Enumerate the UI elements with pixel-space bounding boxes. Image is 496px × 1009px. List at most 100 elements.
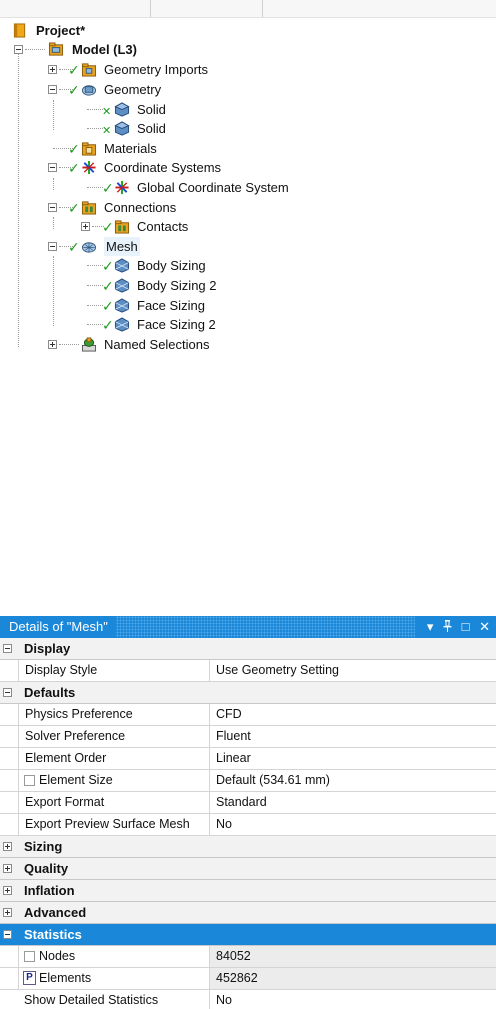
- property-name: Element Order: [18, 748, 210, 769]
- tree-node-label: Geometry: [104, 82, 162, 97]
- collapse-toggle[interactable]: [48, 203, 57, 212]
- tree-connector: [87, 109, 103, 110]
- tree-node-named-selections[interactable]: Named Selections: [0, 335, 260, 354]
- tree-connector: [87, 128, 103, 129]
- group-quality[interactable]: Quality: [0, 858, 496, 880]
- property-value[interactable]: Standard: [210, 792, 496, 813]
- tree-node-connections[interactable]: ✓ Connections: [0, 198, 260, 217]
- tree-node-mesh[interactable]: ✓ Mesh: [0, 237, 260, 256]
- tree-node-face-sizing[interactable]: ✓ Face Sizing: [0, 296, 260, 315]
- title-bar-buttons: ▾ □ ✕: [414, 616, 496, 638]
- property-row-solver-preference[interactable]: Solver Preference Fluent: [0, 726, 496, 748]
- property-value[interactable]: No: [210, 814, 496, 835]
- tree-node-model[interactable]: Model (L3): [0, 40, 220, 59]
- tree-node-solid[interactable]: ✕ Solid: [0, 119, 260, 138]
- parameter-p-icon[interactable]: P: [23, 971, 36, 985]
- tree-node-label: Project*: [36, 23, 86, 38]
- connections-folder-icon: [81, 201, 97, 215]
- collapse-toggle[interactable]: [3, 644, 12, 653]
- expand-toggle[interactable]: [3, 886, 12, 895]
- property-row-element-order[interactable]: Element Order Linear: [0, 748, 496, 770]
- collapse-toggle[interactable]: [3, 688, 12, 697]
- tree-node-label: Materials: [104, 141, 157, 156]
- tree-node-face-sizing-2[interactable]: ✓ Face Sizing 2: [0, 315, 260, 334]
- tree-node-label: Solid: [137, 102, 166, 117]
- group-label: Advanced: [24, 905, 87, 920]
- property-name: Nodes: [18, 946, 210, 967]
- group-advanced[interactable]: Advanced: [0, 902, 496, 924]
- property-value[interactable]: No: [210, 990, 496, 1009]
- parameter-checkbox[interactable]: [24, 951, 35, 962]
- property-value[interactable]: Fluent: [210, 726, 496, 747]
- property-row-show-detailed-statistics[interactable]: Show Detailed Statistics No: [0, 990, 496, 1009]
- tree-node-project[interactable]: Project*: [0, 21, 200, 40]
- collapse-toggle[interactable]: [14, 45, 23, 54]
- property-row-element-size[interactable]: Element Size Default (534.61 mm): [0, 770, 496, 792]
- folder-import-icon: [81, 63, 97, 77]
- tree-node-materials[interactable]: ✓ Materials: [0, 139, 260, 158]
- tree-node-coordinate-systems[interactable]: ✓ Coordinate Systems: [0, 158, 280, 177]
- property-value[interactable]: CFD: [210, 704, 496, 725]
- maximize-icon[interactable]: □: [462, 616, 470, 638]
- parameter-checkbox[interactable]: [24, 775, 35, 786]
- sizing-icon: [114, 258, 130, 273]
- property-row-physics-preference[interactable]: Physics Preference CFD: [0, 704, 496, 726]
- dropdown-icon[interactable]: ▾: [427, 616, 434, 638]
- property-row-export-preview[interactable]: Export Preview Surface Mesh No: [0, 814, 496, 836]
- property-row-elements[interactable]: P Elements 452862: [0, 968, 496, 990]
- group-label: Quality: [24, 861, 69, 876]
- collapse-toggle[interactable]: [48, 163, 57, 172]
- coordinate-system-icon: [115, 180, 129, 195]
- group-inflation[interactable]: Inflation: [0, 880, 496, 902]
- property-row-display-style[interactable]: Display Style Use Geometry Setting: [0, 660, 496, 682]
- details-panel: Details of "Mesh" ▾ □ ✕ Display Display …: [0, 616, 496, 1009]
- expand-toggle[interactable]: [3, 908, 12, 917]
- tree-node-label: Face Sizing: [137, 298, 205, 313]
- group-label: Display: [24, 641, 71, 656]
- collapse-toggle[interactable]: [48, 242, 57, 251]
- tree-node-geometry[interactable]: ✓ Geometry: [0, 80, 260, 99]
- expand-toggle[interactable]: [48, 340, 57, 349]
- collapse-toggle[interactable]: [3, 930, 12, 939]
- expand-toggle[interactable]: [81, 222, 90, 231]
- property-row-export-format[interactable]: Export Format Standard: [0, 792, 496, 814]
- tree-node-label: Named Selections: [104, 337, 210, 352]
- top-toolbar-strip: [0, 0, 496, 18]
- group-statistics[interactable]: Statistics: [0, 924, 496, 946]
- tree-node-label: Body Sizing: [137, 258, 206, 273]
- property-value[interactable]: Default (534.61 mm): [210, 770, 496, 791]
- expand-toggle[interactable]: [3, 842, 12, 851]
- toolbar-separator: [150, 0, 151, 17]
- sizing-icon: [114, 298, 130, 313]
- check-icon: ✓: [68, 62, 80, 78]
- tree-node-global-coordinate-system[interactable]: ✓ Global Coordinate System: [0, 178, 300, 197]
- toolbar-separator: [262, 0, 263, 17]
- property-value[interactable]: Use Geometry Setting: [210, 660, 496, 681]
- tree-node-body-sizing[interactable]: ✓ Body Sizing: [0, 256, 260, 275]
- tree-node-solid[interactable]: ✕ Solid: [0, 100, 260, 119]
- expand-toggle[interactable]: [48, 65, 57, 74]
- tree-node-label: Geometry Imports: [104, 62, 209, 77]
- property-row-nodes[interactable]: Nodes 84052: [0, 946, 496, 968]
- group-label: Sizing: [24, 839, 63, 854]
- group-label: Defaults: [24, 685, 76, 700]
- group-defaults[interactable]: Defaults: [0, 682, 496, 704]
- property-value[interactable]: Linear: [210, 748, 496, 769]
- group-sizing[interactable]: Sizing: [0, 836, 496, 858]
- close-icon[interactable]: ✕: [479, 616, 490, 638]
- collapse-toggle[interactable]: [48, 85, 57, 94]
- property-name: Element Size: [18, 770, 210, 791]
- expand-toggle[interactable]: [3, 864, 12, 873]
- property-name: P Elements: [18, 968, 210, 989]
- tree-node-label: Contacts: [137, 219, 189, 234]
- details-title: Details of "Mesh": [0, 616, 116, 638]
- check-icon: ✓: [102, 258, 114, 274]
- tree-node-contacts[interactable]: ✓ Contacts: [0, 217, 260, 236]
- tree-node-label: Connections: [104, 200, 177, 215]
- pin-icon[interactable]: [443, 616, 452, 638]
- tree-connector: [87, 324, 103, 325]
- check-icon: ✓: [68, 239, 80, 255]
- group-display[interactable]: Display: [0, 638, 496, 660]
- tree-node-body-sizing-2[interactable]: ✓ Body Sizing 2: [0, 276, 260, 295]
- tree-node-geometry-imports[interactable]: ✓ Geometry Imports: [0, 60, 260, 79]
